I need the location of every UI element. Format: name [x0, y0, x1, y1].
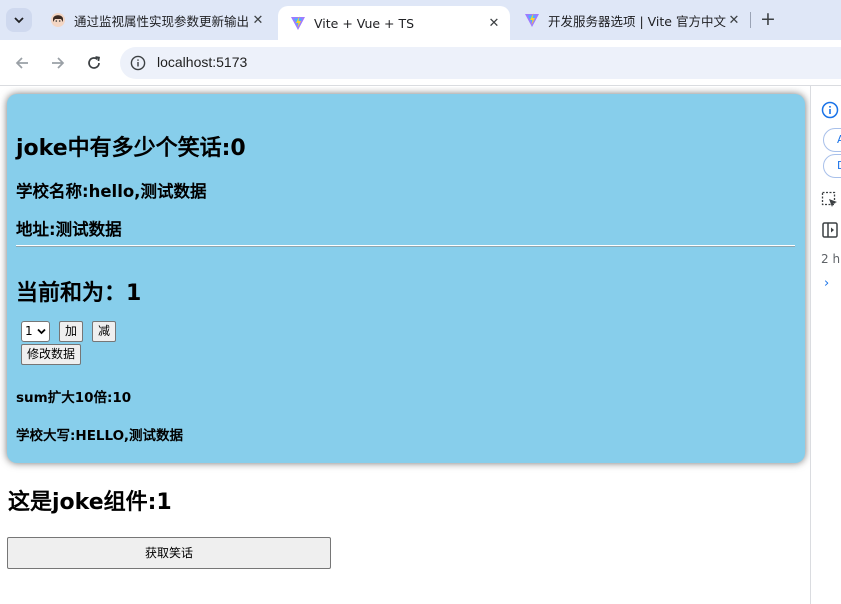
modify-data-button[interactable]: 修改数据 — [21, 344, 82, 365]
fetch-joke-button[interactable]: 获取笑话 — [7, 537, 331, 569]
tab-separator — [750, 12, 751, 28]
close-icon[interactable]: ✕ — [486, 16, 502, 31]
tab-strip: 通过监视属性实现参数更新输出 ✕ Vite + Vue + TS ✕ 开发服务器… — [0, 0, 841, 40]
add-button[interactable]: 加 — [59, 321, 84, 342]
side-pill-1[interactable]: A — [823, 128, 841, 152]
tab-title: 通过监视属性实现参数更新输出 — [74, 13, 250, 29]
url-text[interactable]: localhost:5173 — [157, 54, 247, 70]
inspect-element-icon[interactable] — [821, 191, 839, 209]
sum-times-ten: sum扩大10倍:10 — [16, 390, 132, 406]
close-icon[interactable]: ✕ — [726, 13, 742, 28]
step-select[interactable]: 1 — [21, 321, 50, 342]
devtools-side-panel: A D 2 hi › — [810, 86, 841, 604]
back-button[interactable] — [10, 51, 34, 75]
chevron-down-icon — [37, 328, 46, 335]
new-tab-button[interactable]: + — [757, 9, 779, 31]
tab-vite-server-options[interactable]: 开发服务器选项 | Vite 官方中文 ✕ — [512, 6, 750, 34]
school-address: 地址:测试数据 — [16, 220, 122, 239]
info-icon[interactable] — [821, 101, 839, 119]
page-viewport: joke中有多少个笑话:0 学校名称:hello,测试数据 地址:测试数据 当前… — [0, 87, 810, 604]
side-panel-hint: 2 hi — [821, 252, 841, 266]
subtract-button[interactable]: 减 — [92, 321, 117, 342]
close-icon[interactable]: ✕ — [250, 13, 266, 28]
joke-count-heading: joke中有多少个笑话:0 — [16, 136, 246, 161]
divider — [16, 245, 795, 247]
address-bar[interactable]: localhost:5173 — [120, 47, 841, 79]
tab-title: 开发服务器选项 | Vite 官方中文 — [548, 13, 726, 29]
forward-button[interactable] — [46, 51, 70, 75]
avatar-favicon-icon — [51, 13, 65, 27]
joke-component-heading: 这是joke组件:1 — [8, 490, 172, 515]
arrow-right-icon — [52, 57, 65, 69]
school-name-upper: 学校大写:HELLO,测试数据 — [16, 428, 183, 444]
step-select-value: 1 — [25, 324, 33, 338]
vite-logo-icon — [525, 13, 539, 27]
tab-vite-vue-ts[interactable]: Vite + Vue + TS ✕ — [278, 6, 510, 40]
tab-title: Vite + Vue + TS — [314, 15, 415, 31]
vite-logo-icon — [291, 16, 305, 30]
tab-watch-props[interactable]: 通过监视属性实现参数更新输出 ✕ — [38, 6, 274, 34]
chevron-down-icon — [14, 17, 24, 24]
arrow-left-icon — [15, 57, 28, 69]
reload-button[interactable] — [82, 51, 106, 75]
tab-search-button[interactable] — [6, 8, 32, 32]
chevron-right-icon[interactable]: › — [824, 276, 829, 291]
browser-toolbar: localhost:5173 — [0, 40, 841, 86]
toggle-panel-icon[interactable] — [821, 221, 839, 239]
school-card: joke中有多少个笑话:0 学校名称:hello,测试数据 地址:测试数据 当前… — [7, 94, 805, 463]
reload-icon — [88, 56, 100, 69]
side-pill-2[interactable]: D — [823, 154, 841, 178]
sum-heading: 当前和为：1 — [16, 281, 142, 306]
school-name: 学校名称:hello,测试数据 — [16, 182, 207, 201]
info-icon[interactable] — [130, 55, 146, 71]
